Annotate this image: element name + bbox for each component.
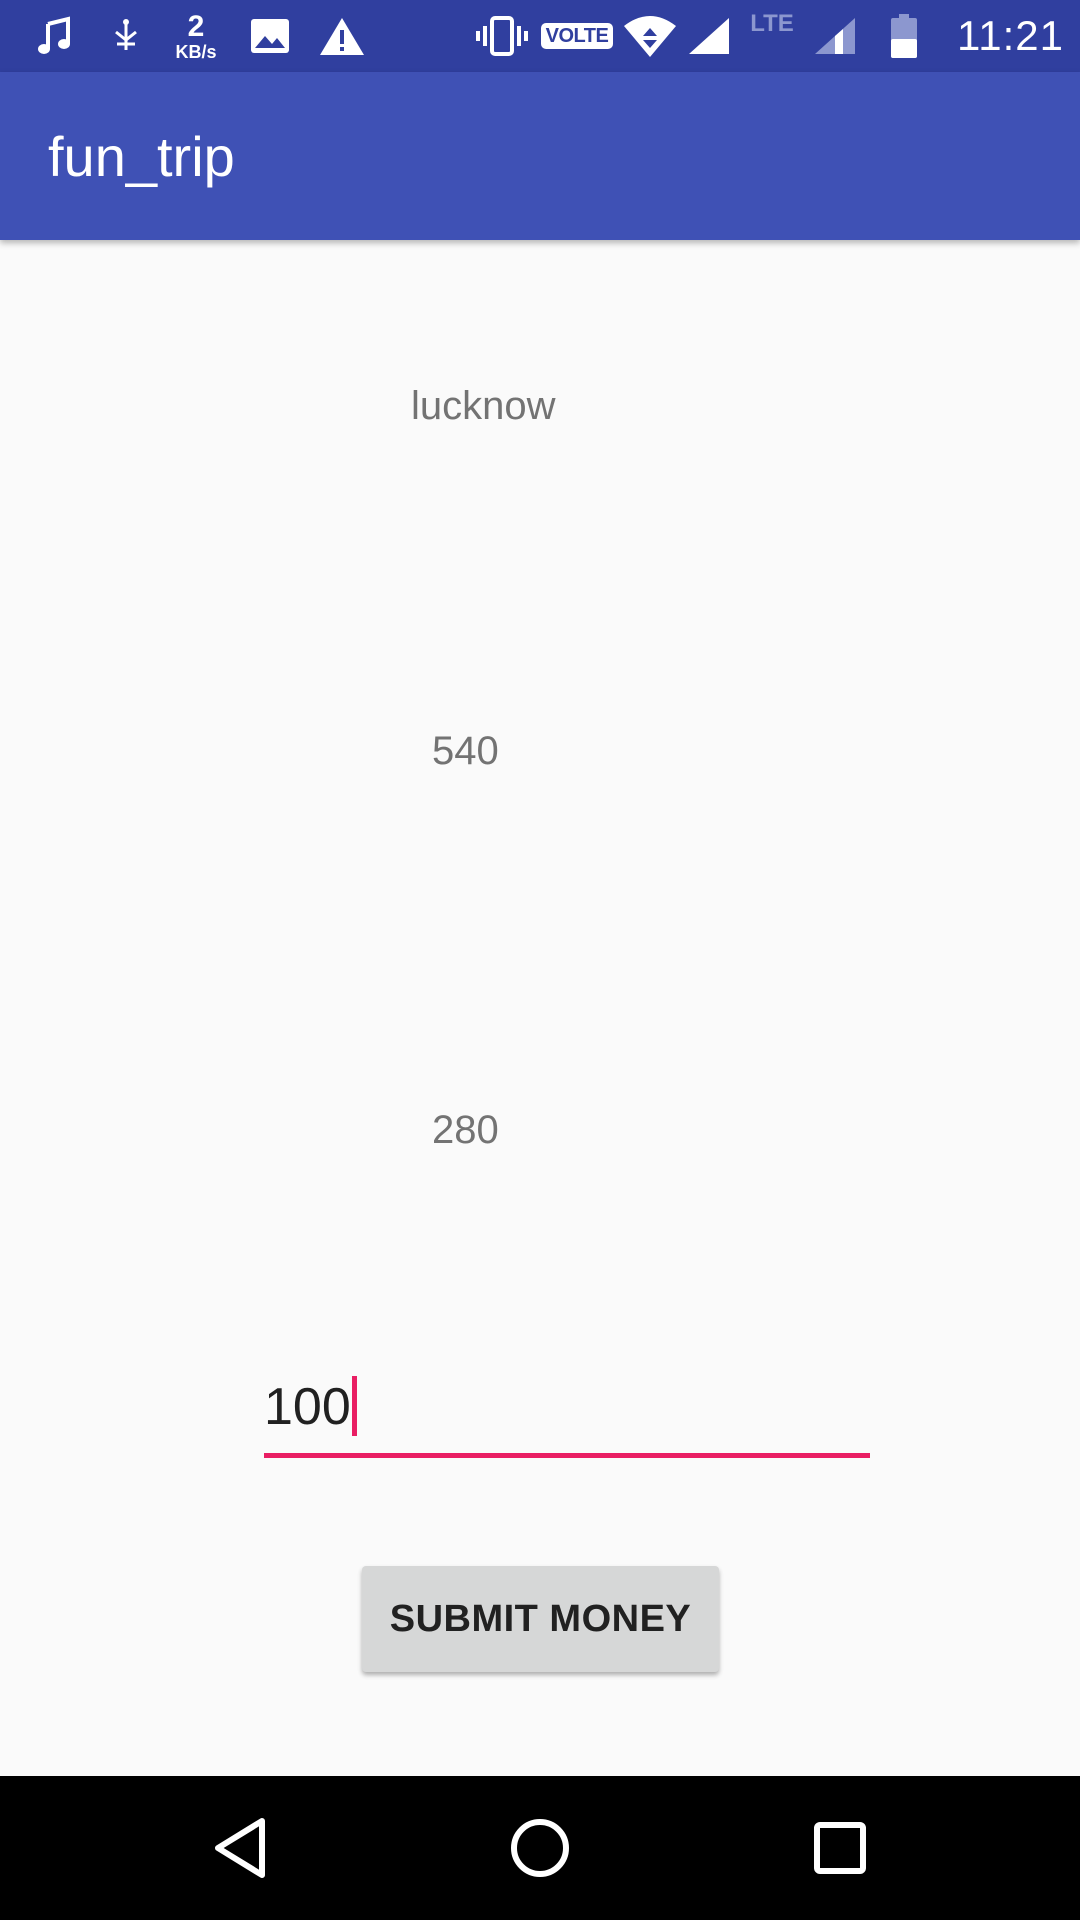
wifi-icon bbox=[622, 0, 678, 72]
app-title: fun_trip bbox=[48, 124, 235, 188]
lte-label: LTE bbox=[750, 10, 794, 37]
warning-icon bbox=[318, 0, 366, 72]
app-screen: 2 KB/s VOLTE LTE 11:21 fun_trip lucknow … bbox=[0, 0, 1080, 1920]
volte-label: VOLTE bbox=[540, 23, 614, 49]
amount-text-1: 540 bbox=[432, 729, 499, 773]
data-rate-unit: KB/s bbox=[175, 41, 217, 62]
image-icon bbox=[248, 0, 292, 72]
home-icon[interactable] bbox=[468, 1776, 612, 1920]
money-input-field[interactable]: 100 bbox=[264, 1368, 870, 1460]
navigation-bar bbox=[0, 1776, 1080, 1920]
input-underline bbox=[264, 1453, 870, 1458]
money-input[interactable]: 100 bbox=[264, 1376, 357, 1440]
text-cursor bbox=[351, 1376, 357, 1437]
status-bar: 2 KB/s VOLTE LTE 11:21 bbox=[0, 0, 1080, 72]
signal-secondary-icon bbox=[812, 0, 858, 72]
volte-badge: VOLTE bbox=[540, 0, 614, 72]
signal-icon bbox=[686, 0, 732, 72]
usb-debug-icon bbox=[108, 0, 144, 72]
money-input-value: 100 bbox=[264, 1378, 351, 1436]
recents-icon[interactable] bbox=[768, 1776, 912, 1920]
battery-icon bbox=[884, 0, 924, 72]
music-note-icon bbox=[34, 0, 76, 72]
vibrate-icon bbox=[474, 0, 530, 72]
data-rate-indicator: 2 KB/s bbox=[168, 0, 224, 72]
app-bar: fun_trip bbox=[0, 72, 1080, 240]
submit-money-button[interactable]: SUBMIT MONEY bbox=[362, 1566, 719, 1672]
back-icon[interactable] bbox=[168, 1776, 312, 1920]
data-rate-value: 2 bbox=[187, 9, 205, 43]
status-clock: 11:21 bbox=[957, 12, 1064, 59]
amount-text-2: 280 bbox=[432, 1108, 499, 1152]
city-text: lucknow bbox=[411, 384, 556, 428]
